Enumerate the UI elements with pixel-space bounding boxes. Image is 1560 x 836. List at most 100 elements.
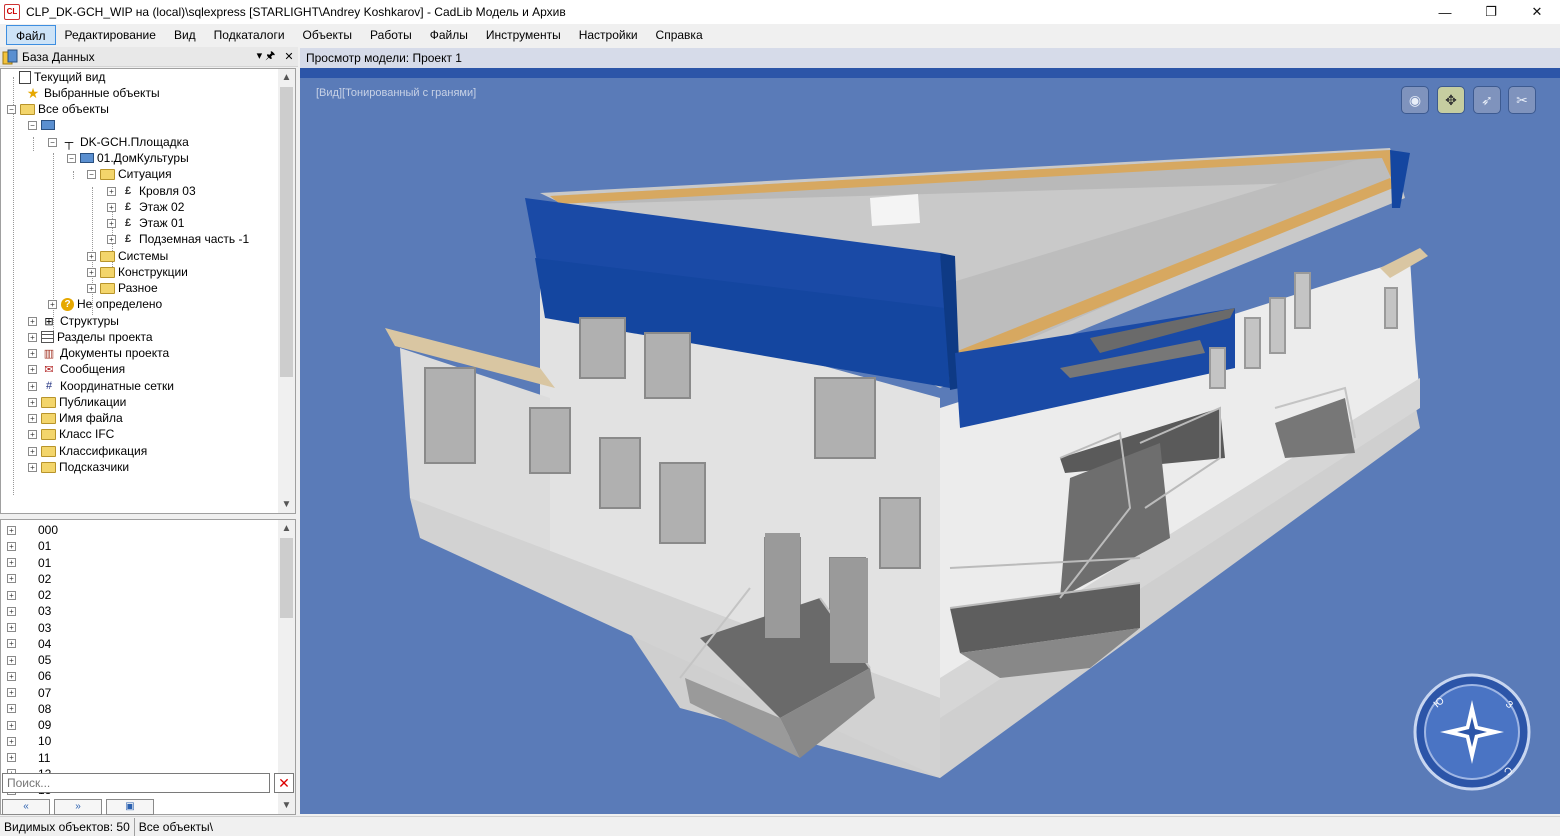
tree-item-ifc-class[interactable]: + Класс IFC [28,426,114,442]
tree-item-undefined[interactable]: + ? Не определено [48,296,162,312]
list-item[interactable]: +000 [7,522,58,538]
expand-icon[interactable]: + [107,218,116,228]
tree-item-site[interactable]: − ┬ DK-GCH.Площадка [48,134,189,150]
tree-item-classification[interactable]: + Классификация [28,443,147,459]
menu-help[interactable]: Справка [647,25,712,45]
expand-icon[interactable]: + [107,202,116,212]
expand-icon[interactable]: + [7,590,16,600]
collapse-icon[interactable]: − [7,104,16,114]
panel-close-button[interactable]: ✕ [282,50,296,63]
menu-tools[interactable]: Инструменты [477,25,570,45]
scroll-thumb[interactable] [280,87,293,377]
expand-icon[interactable]: + [7,704,16,714]
collapse-icon[interactable]: − [48,137,57,147]
list-item[interactable]: +02 [7,571,51,587]
menu-subcatalogs[interactable]: Подкаталоги [205,25,294,45]
tree-item-project-docs[interactable]: + ▥ Документы проекта [28,345,169,361]
scroll-down-icon[interactable]: ▼ [278,496,295,513]
tree-item-structures[interactable]: + ⊞ Структуры [28,313,119,329]
orbit-icon[interactable]: ✥ [1437,86,1465,114]
menu-settings[interactable]: Настройки [570,25,647,45]
model-viewport[interactable]: [Вид][Тонированный с гранями] ◉ ✥ ➶ ✂ Ю … [300,78,1560,814]
tree-item-project-sections[interactable]: + Разделы проекта [28,329,153,345]
list-item[interactable]: +09 [7,717,51,733]
list-item[interactable]: +07 [7,685,51,701]
collapse-icon[interactable]: − [28,120,37,130]
list-item[interactable]: +05 [7,652,51,668]
expand-icon[interactable]: + [28,316,37,326]
expand-icon[interactable]: + [28,397,37,407]
expand-icon[interactable]: + [28,364,37,374]
expand-icon[interactable]: + [107,186,116,196]
building-model-render[interactable] [300,78,1560,814]
expand-icon[interactable]: + [28,348,37,358]
expand-icon[interactable]: + [28,429,37,439]
expand-icon[interactable]: + [7,720,16,730]
menu-objects[interactable]: Объекты [294,25,362,45]
minimize-button[interactable]: — [1422,0,1468,24]
nav-forward-button[interactable]: » [54,799,102,815]
list-item[interactable]: +02 [7,587,51,603]
expand-icon[interactable]: + [87,283,96,293]
expand-icon[interactable]: + [7,655,16,665]
expand-icon[interactable]: + [7,671,16,681]
expand-icon[interactable]: + [7,541,16,551]
menu-file[interactable]: Файл [6,25,56,45]
expand-icon[interactable]: + [7,736,16,746]
nav-back-button[interactable]: « [2,799,50,815]
close-window-button[interactable]: ✕ [1514,0,1560,24]
search-clear-button[interactable]: ✕ [274,773,294,793]
compass-widget[interactable]: Ю З С [1412,672,1532,792]
expand-icon[interactable]: + [7,688,16,697]
expand-icon[interactable]: + [28,332,37,342]
list-item[interactable]: +04 [7,636,51,652]
panel-pin-button[interactable]: ▾ 🖈 [252,47,280,66]
menu-edit[interactable]: Редактирование [56,25,165,45]
nav-bookmark-button[interactable]: ▣ [106,799,154,815]
expand-icon[interactable]: + [7,639,16,649]
expand-icon[interactable]: + [7,753,16,762]
scroll-down-icon[interactable]: ▼ [278,797,295,814]
expand-icon[interactable]: + [28,446,37,456]
scroll-thumb[interactable] [280,538,293,618]
list-item[interactable]: +08 [7,701,51,717]
menu-view[interactable]: Вид [165,25,205,45]
collapse-icon[interactable]: − [87,169,96,179]
list-scrollbar[interactable]: ▲ ▼ [278,520,295,814]
tree-item-constructions[interactable]: + Конструкции [87,264,188,280]
tree-scrollbar[interactable]: ▲ ▼ [278,69,295,513]
tree-item-misc[interactable]: + Разное [87,280,158,296]
expand-icon[interactable]: + [28,413,37,423]
list-item[interactable]: +11 [7,750,50,766]
expand-icon[interactable]: + [7,558,16,567]
expand-icon[interactable]: + [7,623,16,632]
scroll-up-icon[interactable]: ▲ [278,69,295,86]
collapse-icon[interactable]: − [67,153,76,163]
tree-item-floor-01[interactable]: + £ Этаж 01 [107,215,184,231]
tree-item-situation[interactable]: − Ситуация [87,166,172,182]
tree-item-roof-03[interactable]: + £ Кровля 03 [107,183,196,199]
expand-icon[interactable]: + [7,525,16,535]
maximize-button[interactable]: ❐ [1468,0,1514,24]
tree-item-publications[interactable]: + Публикации [28,394,126,410]
menu-files[interactable]: Файлы [421,25,477,45]
list-item[interactable]: +01 [7,538,51,554]
tree-item-model-root[interactable]: − [28,117,58,133]
expand-icon[interactable]: + [7,574,16,584]
tree-item-hints[interactable]: + Подсказчики [28,459,129,475]
search-input[interactable] [2,773,270,793]
eye-icon[interactable]: ◉ [1401,86,1429,114]
list-item[interactable]: +10 [7,733,51,749]
expand-icon[interactable]: + [87,267,96,277]
expand-icon[interactable]: + [48,299,57,309]
list-item[interactable]: +01 [7,555,51,571]
tree-item-grids[interactable]: + # Координатные сетки [28,378,174,394]
expand-icon[interactable]: + [87,251,96,261]
expand-icon[interactable]: + [107,234,116,244]
expand-icon[interactable]: + [7,606,16,616]
object-tree[interactable]: Текущий вид ★ Выбранные объекты − Все об… [0,68,296,514]
level-list[interactable]: +000 +01 +01 +02 +02 +03 +03 +04 +05 +06 +07 +08 +09… [0,519,296,815]
list-item[interactable]: +06 [7,668,51,684]
tree-item-file-name[interactable]: + Имя файла [28,410,123,426]
tree-item-all-objects[interactable]: − Все объекты [7,101,109,117]
